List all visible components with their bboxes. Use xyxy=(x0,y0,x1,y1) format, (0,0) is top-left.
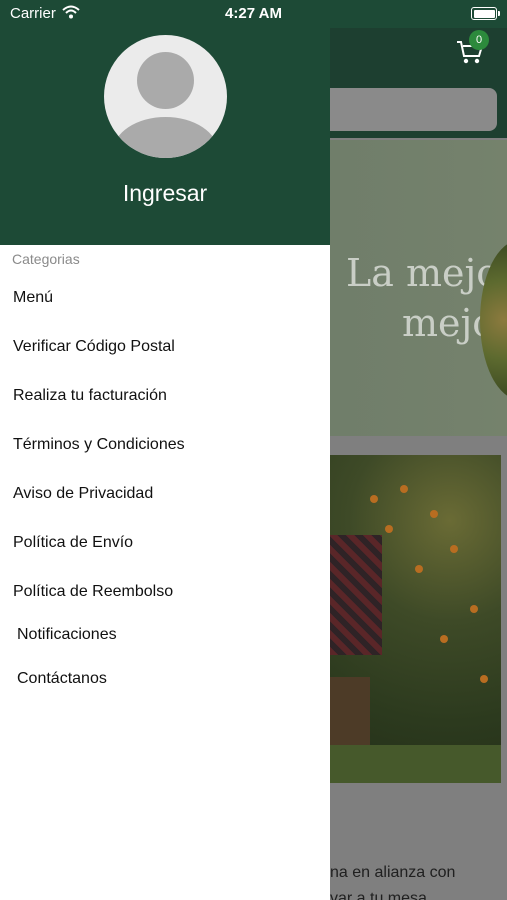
side-drawer: Ingresar Categorias Menú Verificar Códig… xyxy=(0,0,330,900)
crate xyxy=(330,677,370,747)
menu-item-verify-postal-code[interactable]: Verificar Código Postal xyxy=(13,338,175,356)
categories-heading: Categorias xyxy=(12,251,80,267)
login-link[interactable]: Ingresar xyxy=(0,180,330,207)
status-bar: Carrier 4:27 AM xyxy=(0,0,507,28)
battery-icon xyxy=(471,7,500,20)
cart-count-badge: 0 xyxy=(469,30,489,50)
farmer-figure xyxy=(330,535,382,655)
menu-item-notifications[interactable]: Notificaciones xyxy=(17,626,117,644)
menu-item-terms[interactable]: Términos y Condiciones xyxy=(13,436,185,454)
avatar-body xyxy=(113,117,218,158)
avatar[interactable] xyxy=(104,35,227,158)
menu-item-billing[interactable]: Realiza tu facturación xyxy=(13,387,167,405)
menu-item-contact[interactable]: Contáctanos xyxy=(17,670,107,688)
menu-item-menu[interactable]: Menú xyxy=(13,289,53,307)
menu-item-refund-policy[interactable]: Política de Reembolso xyxy=(13,583,173,601)
intro-text: na en alianza con var a tu mesa xyxy=(330,860,455,900)
menu-item-privacy[interactable]: Aviso de Privacidad xyxy=(13,485,153,503)
clock-time: 4:27 AM xyxy=(225,5,282,22)
grass xyxy=(330,745,501,783)
intro-text-line1: na en alianza con xyxy=(330,864,456,881)
farmer-photo xyxy=(330,455,501,783)
avatar-head xyxy=(137,52,194,109)
menu-item-shipping-policy[interactable]: Política de Envío xyxy=(13,534,133,552)
drawer-header: Ingresar xyxy=(0,0,330,245)
intro-text-line2: var a tu mesa xyxy=(330,890,427,900)
